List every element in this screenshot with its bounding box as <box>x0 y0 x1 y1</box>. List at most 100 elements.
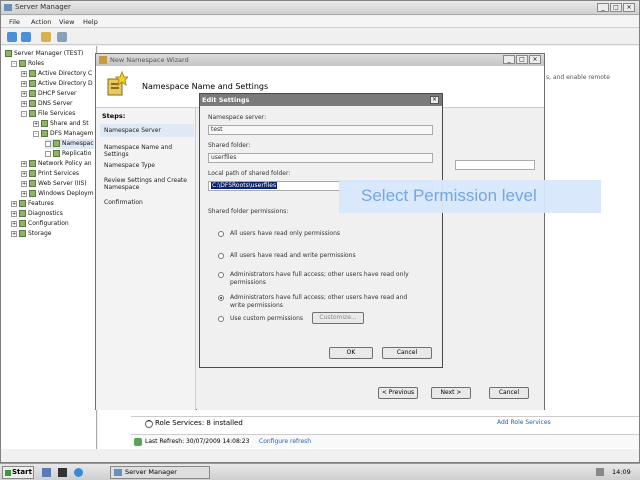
tree-item[interactable]: + Web Server (IIS) <box>21 179 87 189</box>
next-button[interactable]: Next > <box>431 387 471 399</box>
add-role-services-link[interactable]: Add Role Services <box>497 419 551 426</box>
expand-icon[interactable]: + <box>21 90 27 97</box>
expand-icon[interactable]: + <box>21 180 27 187</box>
server-manager-quick-icon[interactable] <box>42 468 51 477</box>
tree-item[interactable]: + Active Directory C <box>21 69 92 79</box>
menu-help[interactable]: Help <box>83 18 98 26</box>
expand-icon[interactable]: + <box>11 230 17 237</box>
title-bar[interactable]: Server Manager _ □ × <box>1 1 639 15</box>
properties-icon[interactable] <box>57 32 67 42</box>
expand-icon[interactable]: + <box>21 100 27 107</box>
wizard-cancel-button[interactable]: Cancel <box>489 387 529 399</box>
callout-text: Select Permission level <box>361 186 537 205</box>
expand-icon[interactable]: + <box>11 210 17 217</box>
start-button[interactable]: Start <box>2 466 34 479</box>
role-icon <box>29 70 36 77</box>
maximize-button[interactable]: □ <box>516 55 528 64</box>
namespace-server-field: test <box>208 125 433 135</box>
maximize-button[interactable]: □ <box>610 3 622 12</box>
wizard-title-bar[interactable]: New Namespace Wizard _ □ × <box>96 54 544 66</box>
tree-item[interactable]: Server Manager (TEST) <box>5 49 83 59</box>
tree-item[interactable]: Namespac <box>45 139 94 149</box>
menu-view[interactable]: View <box>59 18 74 26</box>
ok-button[interactable]: OK <box>329 347 373 359</box>
dialog-title: Edit Settings <box>202 96 250 104</box>
radio-button[interactable] <box>218 253 224 259</box>
expand-icon[interactable]: + <box>21 70 27 77</box>
dfs-icon <box>41 130 48 137</box>
app-icon <box>4 4 12 11</box>
previous-button[interactable]: < Previous <box>378 387 418 399</box>
role-icon <box>29 180 36 187</box>
expand-icon[interactable]: + <box>11 220 17 227</box>
tree-item[interactable]: - DFS Managem <box>33 129 93 139</box>
expand-icon[interactable]: + <box>21 170 27 177</box>
local-path-value: C:\DFSRoots\userfiles <box>211 182 278 189</box>
close-icon[interactable]: × <box>430 96 439 104</box>
menu-file[interactable]: File <box>9 18 20 26</box>
expand-icon[interactable] <box>45 150 51 157</box>
tree-item[interactable]: + Print Services <box>21 169 79 179</box>
tree-item[interactable]: + Storage <box>11 229 51 239</box>
close-button[interactable]: × <box>623 3 635 12</box>
expand-icon[interactable] <box>45 140 51 147</box>
app-icon <box>114 469 122 476</box>
tree-item[interactable]: + Network Policy an <box>21 159 92 169</box>
refresh-icon <box>134 438 142 446</box>
roles-icon <box>19 60 26 67</box>
expand-icon[interactable]: + <box>33 120 39 127</box>
step-namespace-type: Namespace Type <box>104 162 155 169</box>
server-icon <box>5 50 12 57</box>
radio-button[interactable] <box>218 316 224 322</box>
tree-item[interactable]: + Features <box>11 199 54 209</box>
close-button[interactable]: × <box>529 55 541 64</box>
role-icon <box>29 160 36 167</box>
menu-action[interactable]: Action <box>31 18 51 26</box>
browser-icon[interactable] <box>74 468 83 477</box>
back-icon[interactable] <box>7 32 17 42</box>
tree-item[interactable]: + Windows Deploym <box>21 189 94 199</box>
collapse-icon[interactable]: - <box>11 60 17 67</box>
folder-up-icon[interactable] <box>41 32 51 42</box>
tree-item[interactable]: - Roles <box>11 59 44 69</box>
tree-item[interactable]: Replicatio <box>45 149 91 159</box>
namespace-name-field[interactable] <box>455 160 535 170</box>
tree-item[interactable]: + Diagnostics <box>11 209 63 219</box>
tree-item[interactable]: - File Services <box>21 109 75 119</box>
expand-icon[interactable]: + <box>21 80 27 87</box>
forward-icon[interactable] <box>21 32 31 42</box>
customize-button[interactable]: Customize... <box>312 312 364 324</box>
step-confirmation: Confirmation <box>104 199 143 206</box>
powershell-icon[interactable] <box>58 468 67 477</box>
dialog-cancel-button[interactable]: Cancel <box>382 347 432 359</box>
dialog-title-bar[interactable]: Edit Settings × <box>200 94 442 106</box>
tree-item[interactable]: + Active Directory D <box>21 79 93 89</box>
taskbar-server-manager[interactable]: Server Manager <box>110 466 210 479</box>
wizard-heading: Namespace Name and Settings <box>142 82 269 91</box>
shared-folder-field: userfiles <box>208 153 433 163</box>
expand-icon[interactable]: + <box>21 160 27 167</box>
radio-button[interactable] <box>218 272 224 278</box>
namespace-server-label: Namespace server: <box>208 114 267 121</box>
clock: 14:09 <box>612 468 631 476</box>
tree-item[interactable]: + DNS Server <box>21 99 73 109</box>
radio-button[interactable] <box>218 231 224 237</box>
replication-icon <box>53 150 60 157</box>
role-services-section: ^ Role Services: 8 installed Add Role Se… <box>131 416 639 434</box>
collapse-icon[interactable]: - <box>21 110 27 117</box>
tree-item[interactable]: + Share and St <box>33 119 89 129</box>
configure-refresh-link[interactable]: Configure refresh <box>259 438 311 445</box>
tree-item[interactable]: + Configuration <box>11 219 69 229</box>
last-refresh: Last Refresh: 30/07/2009 14:08:23 <box>145 438 250 445</box>
minimize-button[interactable]: _ <box>503 55 515 64</box>
collapse-section-icon[interactable]: ^ <box>145 420 153 428</box>
role-icon <box>29 80 36 87</box>
toolbar <box>1 29 639 45</box>
expand-icon[interactable]: + <box>21 190 27 197</box>
tree-item[interactable]: + DHCP Server <box>21 89 77 99</box>
radio-button-selected[interactable] <box>218 295 224 301</box>
expand-icon[interactable]: + <box>11 200 17 207</box>
shared-folder-label: Shared folder: <box>208 142 251 149</box>
collapse-icon[interactable]: - <box>33 130 39 137</box>
minimize-button[interactable]: _ <box>597 3 609 12</box>
